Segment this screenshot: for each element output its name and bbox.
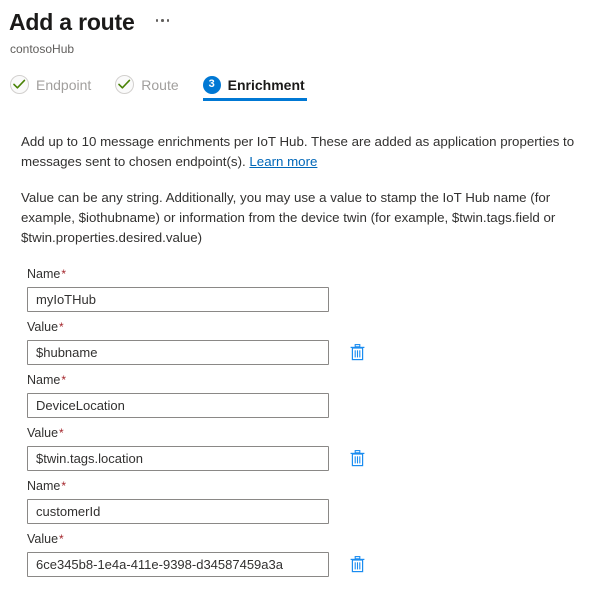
more-options-icon[interactable] bbox=[154, 17, 172, 24]
ellipsis-dot bbox=[155, 19, 159, 22]
wizard-tabs: Endpoint Route 3 Enrichment bbox=[10, 68, 610, 101]
name-label: Name* bbox=[21, 266, 598, 283]
delete-enrichment-button[interactable] bbox=[346, 342, 368, 364]
tab-enrichment[interactable]: 3 Enrichment bbox=[202, 68, 315, 101]
learn-more-link[interactable]: Learn more bbox=[249, 154, 317, 169]
enrichment-row: Name* Value* bbox=[21, 478, 598, 577]
check-circle-icon bbox=[10, 75, 29, 94]
tab-enrichment-label: Enrichment bbox=[227, 76, 305, 93]
value-field: Value* bbox=[21, 425, 598, 471]
description-paragraph-2: Value can be any string. Additionally, y… bbox=[21, 190, 556, 245]
trash-icon bbox=[350, 556, 364, 573]
enrichment-value-input[interactable] bbox=[27, 446, 329, 471]
name-label-text: Name bbox=[27, 373, 61, 387]
delete-enrichment-button[interactable] bbox=[346, 448, 368, 470]
name-field: Name* bbox=[21, 266, 598, 312]
check-circle-icon bbox=[115, 75, 135, 94]
blade-subtitle: contosoHub bbox=[10, 42, 75, 56]
title-row: Add a route bbox=[9, 8, 610, 36]
required-marker: * bbox=[59, 532, 64, 546]
required-marker: * bbox=[59, 320, 64, 334]
value-field: Value* bbox=[21, 531, 598, 577]
tab-endpoint-label: Endpoint bbox=[36, 76, 92, 93]
enrichment-name-input[interactable] bbox=[27, 287, 329, 312]
trash-icon bbox=[350, 450, 364, 467]
name-label-text: Name bbox=[27, 479, 61, 493]
description-paragraph-1: Add up to 10 message enrichments per IoT… bbox=[21, 132, 591, 172]
value-label-text: Value bbox=[27, 532, 59, 546]
name-input-row bbox=[21, 393, 598, 418]
name-label-text: Name bbox=[27, 267, 61, 281]
required-marker: * bbox=[61, 479, 67, 493]
value-label: Value* bbox=[21, 531, 598, 548]
ellipsis-dot bbox=[161, 19, 164, 22]
enrichment-name-input[interactable] bbox=[27, 499, 329, 524]
value-label-text: Value bbox=[27, 320, 59, 334]
enrichment-value-input[interactable] bbox=[27, 552, 329, 577]
step-number-badge: 3 bbox=[202, 75, 221, 94]
page-title: Add a route bbox=[9, 9, 135, 35]
name-label: Name* bbox=[21, 372, 598, 389]
value-label: Value* bbox=[21, 425, 598, 442]
value-input-row bbox=[21, 446, 598, 471]
enrichment-name-input[interactable] bbox=[27, 393, 329, 418]
name-field: Name* bbox=[21, 478, 598, 524]
value-label: Value* bbox=[21, 319, 598, 336]
name-label: Name* bbox=[21, 478, 598, 495]
tab-route[interactable]: Route bbox=[115, 68, 188, 101]
value-input-row bbox=[21, 340, 598, 365]
delete-enrichment-button[interactable] bbox=[346, 554, 368, 576]
required-marker: * bbox=[61, 373, 67, 387]
tab-route-label: Route bbox=[141, 76, 179, 93]
enrichment-value-input[interactable] bbox=[27, 340, 329, 365]
name-input-row bbox=[21, 287, 598, 312]
value-input-row bbox=[21, 552, 598, 577]
required-marker: * bbox=[61, 267, 67, 281]
enrichment-row: Name* Value* bbox=[21, 372, 598, 471]
required-marker: * bbox=[59, 426, 64, 440]
blade-header: Add a route contosoHub Endpoint Route 3 … bbox=[0, 0, 610, 101]
ellipsis-dot bbox=[166, 19, 170, 22]
trash-icon bbox=[350, 344, 364, 361]
enrichment-form: Name* Value* bbox=[21, 266, 598, 577]
blade-content: Add up to 10 message enrichments per IoT… bbox=[0, 132, 610, 577]
value-label-text: Value bbox=[27, 426, 59, 440]
tab-endpoint[interactable]: Endpoint bbox=[10, 68, 101, 101]
name-input-row bbox=[21, 499, 598, 524]
enrichment-row: Name* Value* bbox=[21, 266, 598, 365]
name-field: Name* bbox=[21, 372, 598, 418]
value-field: Value* bbox=[21, 319, 598, 365]
